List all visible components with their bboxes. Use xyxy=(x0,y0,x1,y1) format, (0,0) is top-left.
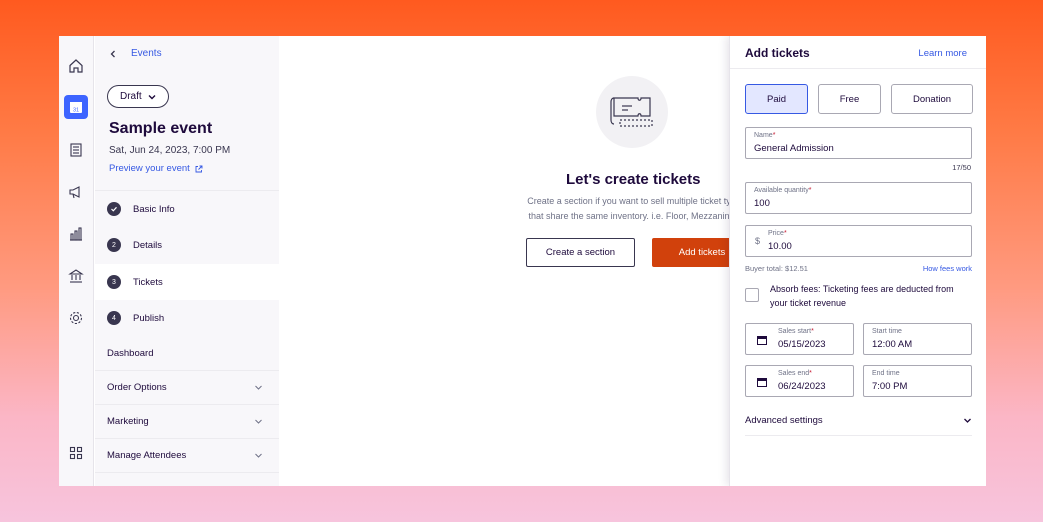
nav-label: Manage Attendees xyxy=(107,450,187,461)
step-publish[interactable]: 4 Publish xyxy=(95,300,279,336)
ticket-illustration xyxy=(596,76,668,148)
back-link-label: Events xyxy=(131,48,162,59)
step-label: Basic Info xyxy=(133,203,175,215)
nav-order-options[interactable]: Order Options xyxy=(95,371,279,405)
step-label: Tickets xyxy=(133,276,163,288)
step-label: Publish xyxy=(133,312,165,324)
empty-state-heading: Let's create tickets xyxy=(566,171,701,188)
preview-event-link[interactable]: Preview your event xyxy=(109,163,203,174)
end-time-field[interactable]: End time xyxy=(863,365,972,397)
field-label: Price* xyxy=(768,230,787,237)
ticket-name-field[interactable]: Name* xyxy=(745,127,972,159)
quantity-input[interactable] xyxy=(754,198,954,209)
create-section-button[interactable]: Create a section xyxy=(526,238,635,267)
price-input[interactable] xyxy=(768,241,968,252)
absorb-fees-checkbox[interactable] xyxy=(745,288,759,302)
step-tickets[interactable]: 3 Tickets xyxy=(95,264,279,300)
currency-symbol: $ xyxy=(755,236,761,246)
name-char-counter: 17/50 xyxy=(952,163,971,172)
calendar-day: 31 xyxy=(73,108,79,114)
chevron-down-icon xyxy=(964,418,971,423)
panel-title: Add tickets xyxy=(745,46,810,60)
ticket-type-donation[interactable]: Donation xyxy=(891,84,973,114)
field-label: Available quantity* xyxy=(754,187,812,194)
add-tickets-panel: Add tickets Learn more Paid Free Donatio… xyxy=(729,36,986,486)
event-date: Sat, Jun 24, 2023, 7:00 PM xyxy=(109,145,231,156)
field-label: Name* xyxy=(754,132,776,139)
field-label: Sales end* xyxy=(778,370,812,377)
buyer-total: Buyer total: $12.51 xyxy=(745,264,808,273)
nav-label: Order Options xyxy=(107,382,167,393)
chevron-down-icon xyxy=(255,453,262,458)
description-line: that share the same inventory. i.e. Floo… xyxy=(528,211,730,221)
tickets-main: Let's create tickets Create a section if… xyxy=(279,36,752,486)
nav-marketing[interactable]: Marketing xyxy=(95,405,279,439)
quantity-field[interactable]: Available quantity* xyxy=(745,182,972,214)
calendar-icon xyxy=(757,336,767,345)
ticket-icon xyxy=(610,97,653,127)
sales-start-field[interactable]: Sales start* xyxy=(745,323,854,355)
end-time-input[interactable] xyxy=(872,381,947,392)
chevron-left-icon xyxy=(110,50,115,57)
fee-row: Buyer total: $12.51 How fees work xyxy=(745,264,972,273)
orders-icon[interactable] xyxy=(64,138,88,162)
nav-dashboard[interactable]: Dashboard xyxy=(95,337,279,371)
event-status-dropdown[interactable]: Draft xyxy=(107,85,169,108)
app-window: 31 Events Draft Sample event Sat, Jun 24… xyxy=(59,36,986,486)
start-time-input[interactable] xyxy=(872,339,947,350)
nav-manage-attendees[interactable]: Manage Attendees xyxy=(95,439,279,473)
advanced-settings-toggle[interactable]: Advanced settings xyxy=(745,406,972,436)
home-icon[interactable] xyxy=(64,54,88,78)
status-label: Draft xyxy=(120,91,142,102)
gear-icon[interactable] xyxy=(64,306,88,330)
chevron-down-icon xyxy=(255,419,262,424)
field-label: End time xyxy=(872,370,900,377)
sales-end-input[interactable] xyxy=(778,381,853,392)
learn-more-link[interactable]: Learn more xyxy=(918,48,967,59)
calendar-icon[interactable]: 31 xyxy=(64,95,88,119)
back-to-events-link[interactable]: Events xyxy=(109,48,162,59)
field-label: Sales start* xyxy=(778,328,814,335)
step-basic-info[interactable]: Basic Info xyxy=(95,191,279,227)
step-label: Details xyxy=(133,239,163,251)
check-icon xyxy=(107,202,121,216)
chevron-down-icon xyxy=(255,385,262,390)
price-field[interactable]: $ Price* xyxy=(745,225,972,257)
preview-link-label: Preview your event xyxy=(109,163,190,174)
ticket-type-paid[interactable]: Paid xyxy=(745,84,808,114)
description-line: Create a section if you want to sell mul… xyxy=(527,196,731,206)
apps-grid-icon[interactable] xyxy=(64,441,88,465)
start-time-field[interactable]: Start time xyxy=(863,323,972,355)
step-details[interactable]: 2 Details xyxy=(95,227,279,263)
step-number: 4 xyxy=(107,311,121,325)
empty-state-description: Create a section if you want to sell mul… xyxy=(519,194,739,224)
finance-icon[interactable] xyxy=(64,264,88,288)
calendar-icon xyxy=(757,378,767,387)
advanced-settings-label: Advanced settings xyxy=(745,415,823,426)
megaphone-icon[interactable] xyxy=(64,180,88,204)
nav-label: Marketing xyxy=(107,416,149,427)
absorb-fees-label: Absorb fees: Ticketing fees are deducted… xyxy=(770,284,954,308)
step-number: 2 xyxy=(107,238,121,252)
panel-divider xyxy=(730,68,986,69)
ticket-name-input[interactable] xyxy=(754,143,954,154)
field-label: Start time xyxy=(872,328,902,335)
event-sidebar: Events Draft Sample event Sat, Jun 24, 2… xyxy=(95,36,295,486)
chevron-down-icon xyxy=(148,94,156,99)
icon-rail: 31 xyxy=(59,36,94,486)
external-link-icon xyxy=(195,165,203,172)
nav-label: Dashboard xyxy=(107,348,154,359)
event-title: Sample event xyxy=(109,120,213,137)
step-number: 3 xyxy=(107,275,121,289)
reports-icon[interactable] xyxy=(64,222,88,246)
sales-end-field[interactable]: Sales end* xyxy=(745,365,854,397)
ticket-type-free[interactable]: Free xyxy=(818,84,881,114)
sales-start-input[interactable] xyxy=(778,339,853,350)
how-fees-work-link[interactable]: How fees work xyxy=(923,264,972,273)
